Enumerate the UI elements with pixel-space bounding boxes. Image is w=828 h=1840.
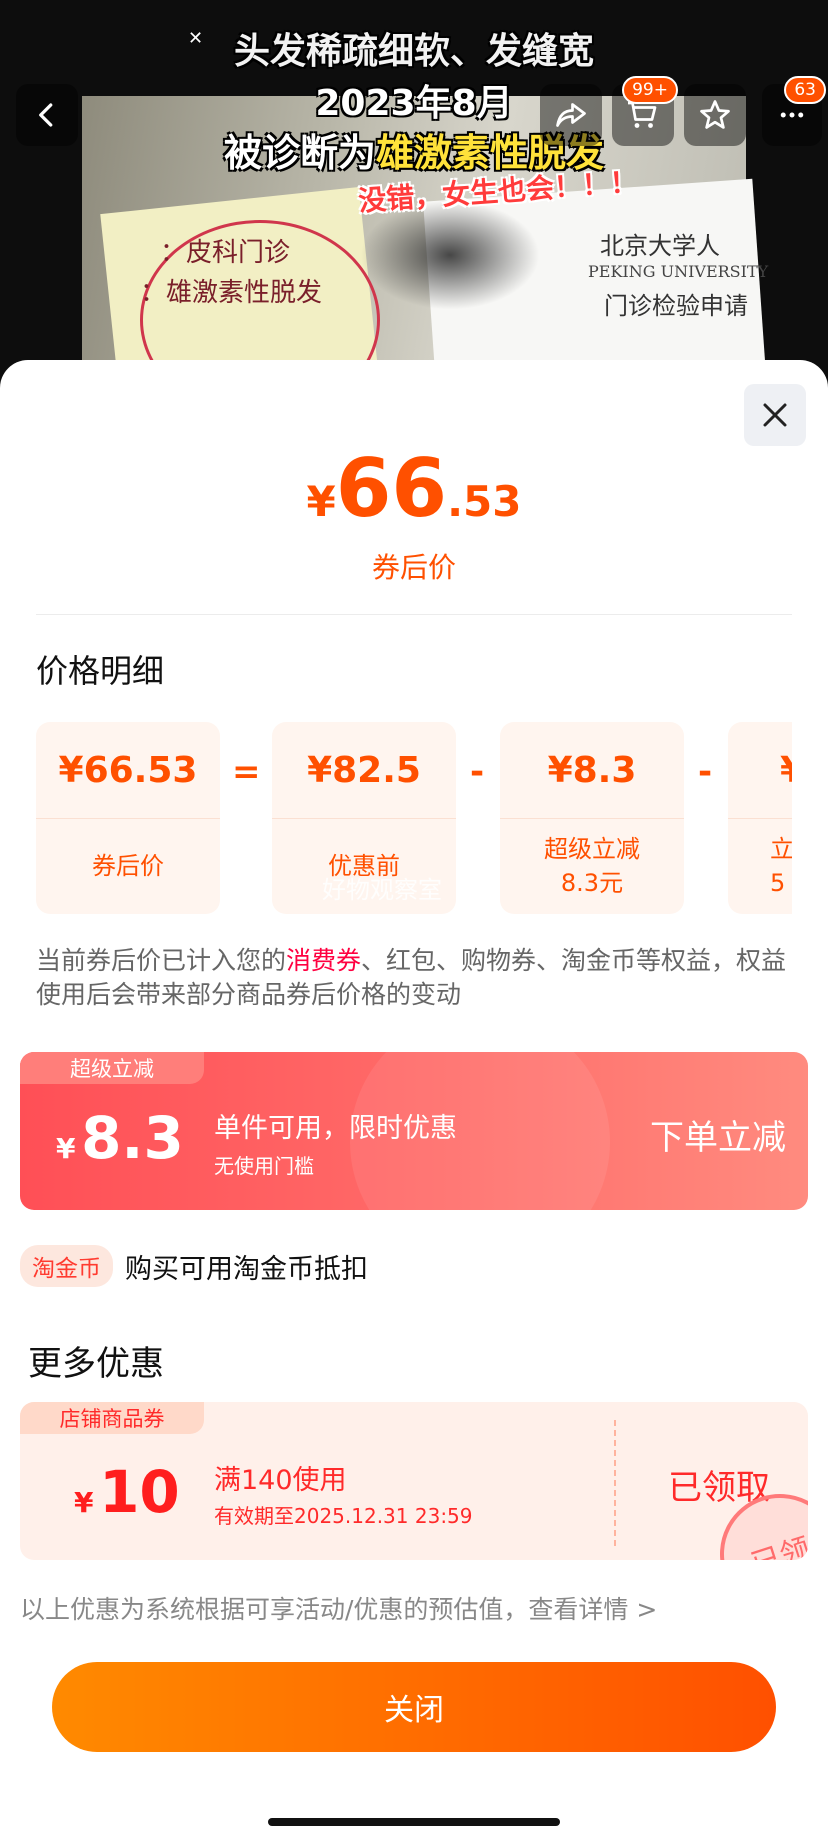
gold-coin-text: 购买可用淘金币抵扣 <box>125 1253 368 1285</box>
close-icon <box>763 403 787 427</box>
price-note: 当前券后价已计入您的消费券、红包、购物券、淘金币等权益，权益使用后会带来部分商品… <box>36 944 796 1012</box>
coupon-description: 满140使用 <box>214 1465 347 1496</box>
coupon-value: 8.3 <box>81 1104 184 1172</box>
minus-operator: - <box>698 752 713 792</box>
breakdown-label-text: 券后价 <box>92 852 164 880</box>
more-offers-title: 更多优惠 <box>28 1344 164 1384</box>
gold-coin-row: 淘金币 购买可用淘金币抵扣 <box>20 1245 368 1287</box>
breakdown-label: 超级立减 8.3元 <box>500 818 684 914</box>
coupon-action: 下单立减 <box>650 1118 786 1158</box>
breakdown-value: ¥ <box>728 722 792 818</box>
price-decimal: .53 <box>447 477 522 526</box>
cart-badge: 99+ <box>622 76 678 104</box>
coupon-amount: ¥ 8.3 <box>56 1104 184 1172</box>
price-detail-title: 价格明细 <box>36 652 165 690</box>
coupon-currency: ¥ <box>74 1486 94 1519</box>
gold-coin-pill: 淘金币 <box>20 1245 113 1287</box>
equals-operator: = <box>232 752 261 792</box>
coupon-description: 单件可用，限时优惠 <box>214 1113 457 1144</box>
close-button[interactable]: 关闭 <box>52 1662 776 1752</box>
note-text: 当前券后价已计入您的 <box>36 946 287 975</box>
breakdown-label-text: 超级立减 <box>544 835 640 863</box>
coupon-amount: ¥ 10 <box>74 1458 180 1526</box>
coupon-tag: 店铺商品券 <box>20 1402 204 1434</box>
divider <box>36 614 792 615</box>
minus-operator: - <box>470 752 485 792</box>
message-badge: 63 <box>784 76 826 104</box>
paper-text: 北京大学人 <box>600 232 720 260</box>
caption-text: 被诊断为 <box>223 131 376 175</box>
breakdown-value: ¥82.5 <box>307 749 421 791</box>
more-button[interactable]: 63 <box>762 76 826 146</box>
coupon-currency: ¥ <box>56 1132 76 1165</box>
estimate-disclaimer-link[interactable]: 以上优惠为系统根据可享活动/优惠的预估值，查看详情 > <box>20 1590 657 1626</box>
breakdown-card-more: ¥ 立5 <box>728 722 792 914</box>
breakdown-value: ¥66.53 <box>58 749 198 791</box>
favorite-button[interactable] <box>684 84 746 146</box>
breakdown-label-sub: 8.3元 <box>560 869 624 897</box>
breakdown-label-sub: 5 <box>770 869 786 897</box>
coupon-validity: 有效期至2025.12.31 23:59 <box>214 1504 473 1528</box>
cart-button[interactable]: 99+ <box>612 76 678 146</box>
breakdown-label-text: 立 <box>770 835 792 863</box>
price-currency: ¥ <box>306 477 336 526</box>
back-button[interactable] <box>16 84 78 146</box>
chevron-left-icon <box>39 103 53 127</box>
shop-coupon[interactable]: 店铺商品券 ¥ 10 满140使用 有效期至2025.12.31 23:59 已… <box>20 1402 808 1560</box>
coupon-condition: 无使用门槛 <box>214 1154 314 1178</box>
breakdown-card-super: ¥8.3 超级立减 8.3元 <box>500 722 684 914</box>
share-button[interactable] <box>540 84 602 146</box>
sheet-close-button[interactable] <box>744 384 806 446</box>
final-price: ¥66.53 <box>0 442 828 535</box>
breakdown-label: 券后价 <box>36 818 220 914</box>
watermark: 好物观察室 <box>322 876 442 904</box>
super-discount-coupon[interactable]: 超级立减 ¥ 8.3 单件可用，限时优惠 无使用门槛 下单立减 <box>20 1052 808 1210</box>
paper-text: 门诊检验申请 <box>604 292 748 320</box>
breakdown-label: 立5 <box>728 818 792 914</box>
price-detail-sheet: ¥66.53 券后价 价格明细 ¥66.53 券后价 = ¥82.5 优惠前 -… <box>0 360 828 1840</box>
coupon-tag: 超级立减 <box>20 1052 204 1084</box>
star-icon <box>700 100 730 129</box>
home-indicator <box>268 1818 560 1826</box>
paper-text: ：皮科门诊 <box>160 238 291 268</box>
paper-text: ：雄激素性脱发 <box>140 278 323 308</box>
coupon-value: 10 <box>99 1458 180 1526</box>
share-icon <box>556 103 586 127</box>
price-integer: 66 <box>335 442 448 535</box>
breakdown-value: ¥8.3 <box>547 749 637 791</box>
video-caption: 头发稀疏细软、发缝宽 <box>233 31 594 72</box>
final-price-label: 券后价 <box>371 551 456 584</box>
more-icon <box>780 112 804 118</box>
paper-text: PEKING UNIVERSITY <box>588 262 769 281</box>
dashed-separator <box>614 1420 616 1546</box>
note-highlight: 消费券 <box>286 946 362 975</box>
breakdown-card-final: ¥66.53 券后价 <box>36 722 220 914</box>
product-video-background: ：皮科门诊 ：雄激素性脱发 北京大学人 PEKING UNIVERSITY 门诊… <box>0 0 828 380</box>
